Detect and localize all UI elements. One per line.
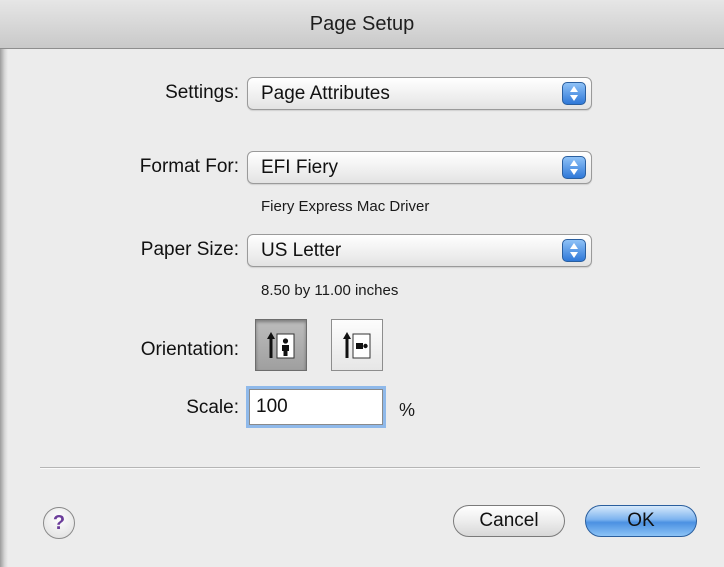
scale-input[interactable]	[249, 389, 383, 425]
cancel-button-label: Cancel	[479, 510, 539, 531]
scale-label: Scale:	[186, 397, 239, 418]
divider	[40, 467, 700, 469]
printer-driver-text: Fiery Express Mac Driver	[261, 198, 430, 215]
popup-arrows-icon	[562, 239, 586, 262]
settings-popup[interactable]: Page Attributes	[247, 77, 592, 110]
paper-dimensions-text: 8.50 by 11.00 inches	[261, 282, 399, 299]
ok-button[interactable]: OK	[585, 505, 697, 537]
popup-arrows-icon	[562, 156, 586, 179]
window-title: Page Setup	[309, 12, 415, 35]
orientation-label: Orientation:	[140, 339, 239, 360]
ok-button-label: OK	[627, 510, 655, 531]
landscape-icon	[343, 332, 371, 359]
paper-size-value: US Letter	[261, 240, 342, 261]
page-setup-dialog: Page Setup Settings: Page Attributes For…	[0, 0, 724, 567]
format-for-popup[interactable]: EFI Fiery	[247, 151, 592, 184]
portrait-icon	[267, 332, 295, 359]
orientation-portrait-button[interactable]	[255, 319, 307, 371]
cancel-button[interactable]: Cancel	[453, 505, 565, 537]
settings-value: Page Attributes	[261, 83, 390, 104]
popup-arrows-icon	[562, 82, 586, 105]
paper-size-popup[interactable]: US Letter	[247, 234, 592, 267]
orientation-landscape-button[interactable]	[331, 319, 383, 371]
settings-label: Settings:	[165, 82, 239, 103]
format-for-label: Format For:	[139, 156, 239, 177]
help-icon: ?	[52, 511, 66, 534]
format-for-value: EFI Fiery	[261, 157, 339, 178]
window-title-bar: Page Setup	[0, 0, 724, 49]
paper-size-label: Paper Size:	[140, 239, 239, 260]
help-button[interactable]: ?	[43, 507, 75, 539]
scale-unit: %	[399, 400, 416, 420]
